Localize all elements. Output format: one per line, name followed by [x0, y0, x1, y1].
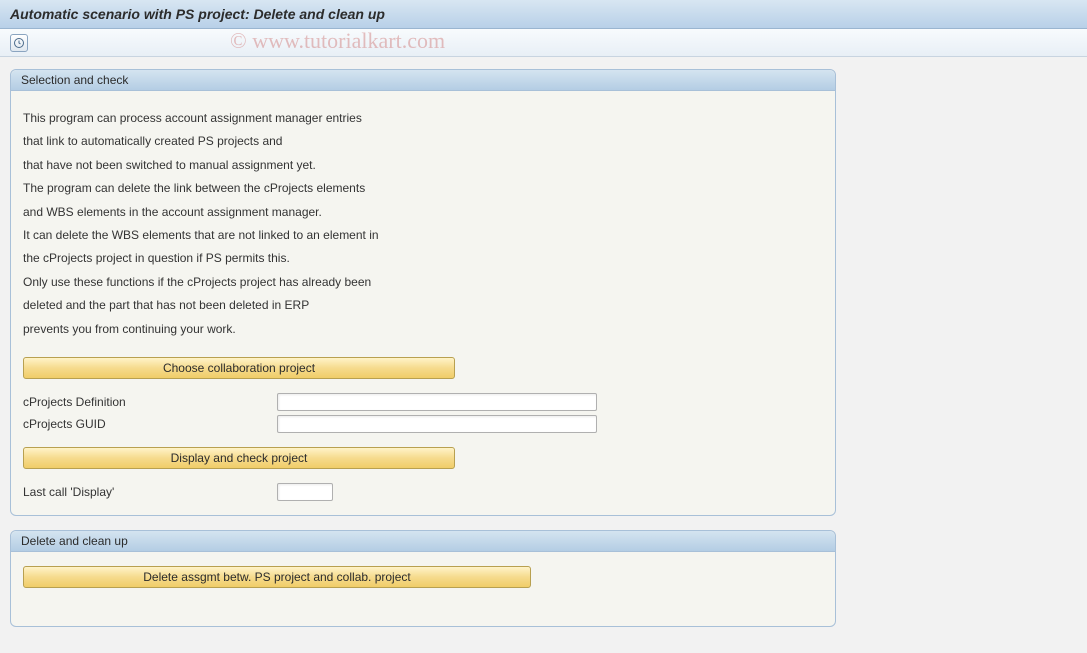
desc-line: deleted and the part that has not been d… — [23, 294, 823, 317]
desc-line: It can delete the WBS elements that are … — [23, 224, 823, 247]
display-check-button[interactable]: Display and check project — [23, 447, 455, 469]
desc-line: the cProjects project in question if PS … — [23, 247, 823, 270]
cprojects-guid-label: cProjects GUID — [23, 417, 277, 431]
description-text: This program can process account assignm… — [23, 107, 823, 341]
desc-line: that have not been switched to manual as… — [23, 154, 823, 177]
title-bar: Automatic scenario with PS project: Dele… — [0, 0, 1087, 29]
field-row-lastcall: Last call 'Display' — [23, 483, 823, 501]
choose-collaboration-button[interactable]: Choose collaboration project — [23, 357, 455, 379]
content-area: Selection and check This program can pro… — [0, 57, 1087, 653]
desc-line: and WBS elements in the account assignme… — [23, 201, 823, 224]
cprojects-definition-label: cProjects Definition — [23, 395, 277, 409]
group-body-delete: Delete assgmt betw. PS project and colla… — [11, 552, 835, 626]
selection-check-group: Selection and check This program can pro… — [10, 69, 836, 516]
cprojects-definition-input[interactable] — [277, 393, 597, 411]
last-call-label: Last call 'Display' — [23, 485, 277, 499]
desc-line: This program can process account assignm… — [23, 107, 823, 130]
desc-line: Only use these functions if the cProject… — [23, 271, 823, 294]
desc-line: that link to automatically created PS pr… — [23, 130, 823, 153]
group-body-selection: This program can process account assignm… — [11, 91, 835, 515]
delete-assignment-button[interactable]: Delete assgmt betw. PS project and colla… — [23, 566, 531, 588]
desc-line: prevents you from continuing your work. — [23, 318, 823, 341]
last-call-input[interactable] — [277, 483, 333, 501]
cprojects-guid-input[interactable] — [277, 415, 597, 433]
execute-icon[interactable] — [10, 34, 28, 52]
delete-cleanup-group: Delete and clean up Delete assgmt betw. … — [10, 530, 836, 627]
desc-line: The program can delete the link between … — [23, 177, 823, 200]
field-row-guid: cProjects GUID — [23, 415, 823, 433]
page-title: Automatic scenario with PS project: Dele… — [10, 6, 385, 22]
group-header-delete: Delete and clean up — [11, 531, 835, 552]
toolbar — [0, 29, 1087, 57]
group-header-selection: Selection and check — [11, 70, 835, 91]
field-row-definition: cProjects Definition — [23, 393, 823, 411]
